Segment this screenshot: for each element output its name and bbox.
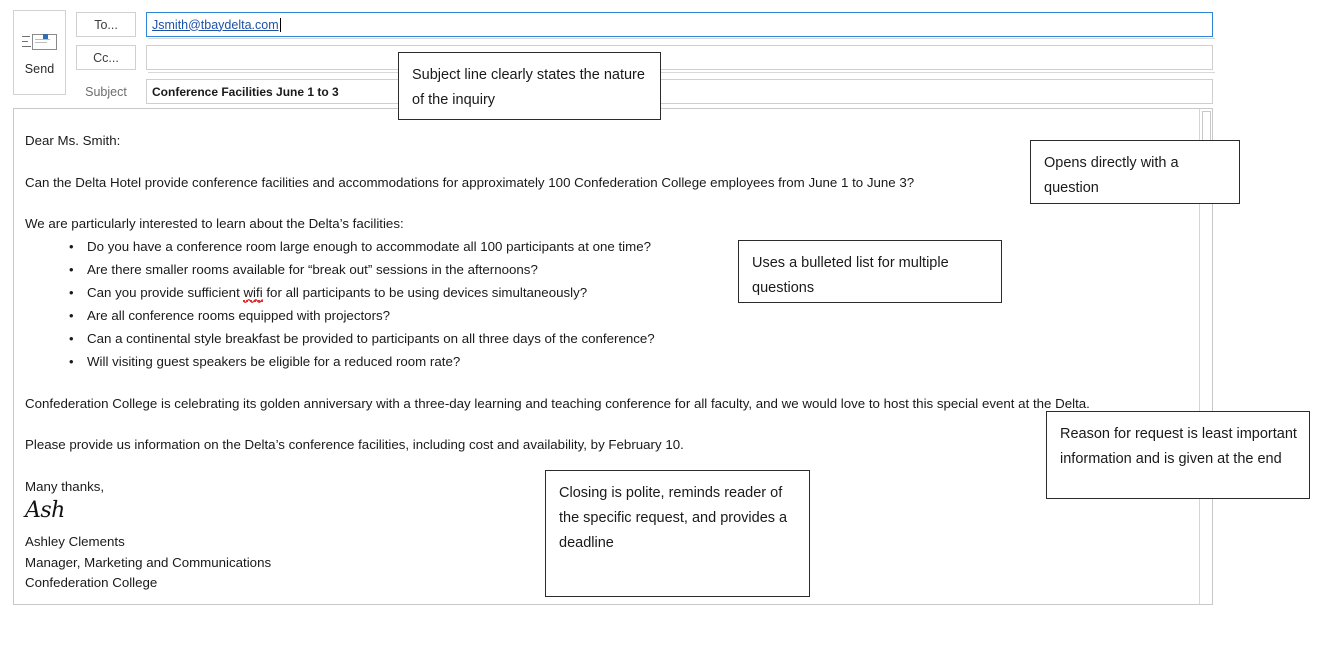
cc-input[interactable]: [146, 45, 1213, 70]
list-item: Are all conference rooms equipped with p…: [25, 304, 1185, 327]
reason-paragraph: Confederation College is celebrating its…: [25, 395, 1090, 411]
spellcheck-flagged-word: wifi: [243, 284, 263, 302]
question-3-prefix: Can you provide sufficient: [87, 284, 244, 300]
salutation: Dear Ms. Smith:: [25, 133, 121, 148]
cc-button[interactable]: Cc...: [76, 45, 136, 70]
question-list: Do you have a conference room large enou…: [25, 235, 1185, 373]
annotation-subject-line: Subject line clearly states the nature o…: [398, 52, 661, 120]
list-item: Do you have a conference room large enou…: [25, 235, 1185, 258]
list-item: Can a continental style breakfast be pro…: [25, 327, 1185, 350]
question-3-suffix: for all participants to be using devices…: [262, 284, 588, 300]
send-button[interactable]: Send: [13, 10, 66, 95]
header-separator-2: [148, 72, 1215, 73]
list-item: Are there smaller rooms available for “b…: [25, 258, 1185, 281]
to-field-row: To... Jsmith@tbaydelta.com: [76, 12, 1213, 37]
send-button-label: Send: [24, 61, 55, 76]
annotation-reason-placement: Reason for request is least important in…: [1046, 411, 1310, 499]
annotation-closing: Closing is polite, reminds reader of the…: [545, 470, 810, 597]
to-recipient-chip[interactable]: Jsmith@tbaydelta.com: [152, 18, 279, 32]
annotation-opening-question: Opens directly with a question: [1030, 140, 1240, 204]
opening-question: Can the Delta Hotel provide conference f…: [25, 174, 915, 190]
text-caret: [279, 17, 281, 32]
to-input[interactable]: Jsmith@tbaydelta.com: [146, 12, 1213, 37]
header-separator-1: [148, 38, 1215, 39]
to-button[interactable]: To...: [76, 12, 136, 37]
envelope-send-icon: [21, 30, 59, 56]
request-paragraph: Please provide us information on the Del…: [25, 437, 684, 453]
compose-header: Send To... Jsmith@tbaydelta.com Cc... Su…: [0, 0, 1330, 106]
list-item: Can you provide sufficient wifi for all …: [25, 281, 1185, 304]
list-intro: We are particularly interested to learn …: [25, 216, 404, 232]
list-item: Will visiting guest speakers be eligible…: [25, 350, 1185, 373]
annotation-bulleted-list: Uses a bulleted list for multiple questi…: [738, 240, 1002, 303]
subject-label: Subject: [85, 84, 127, 99]
subject-input[interactable]: Conference Facilities June 1 to 3: [146, 79, 1213, 104]
